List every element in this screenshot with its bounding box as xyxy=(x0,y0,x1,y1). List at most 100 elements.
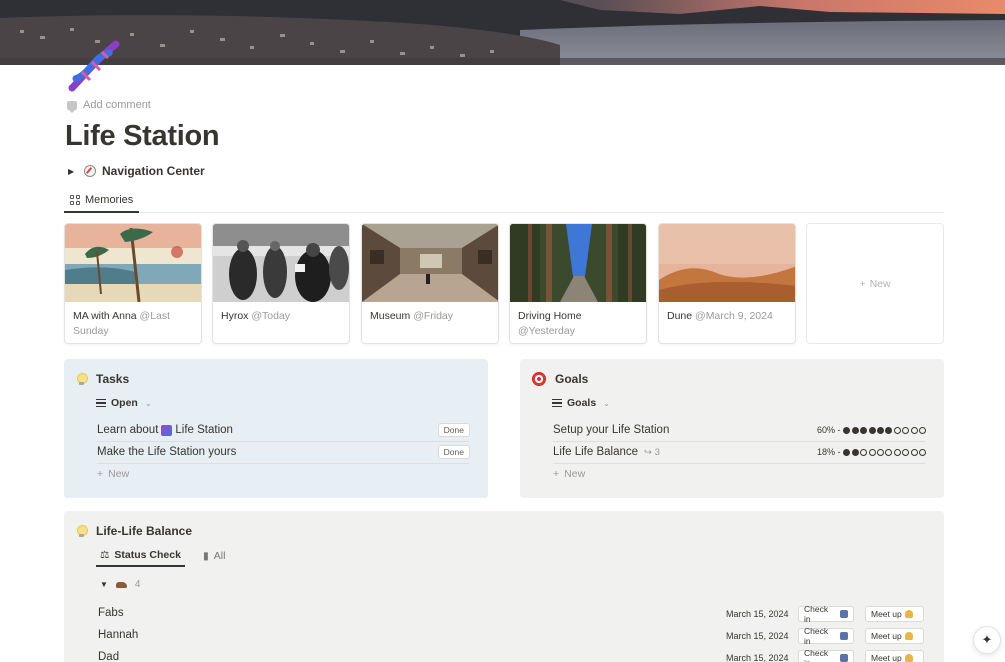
goals-header: Goals xyxy=(532,372,588,386)
meet-up-button[interactable]: Meet up xyxy=(865,650,924,662)
meet-up-button[interactable]: Meet up xyxy=(865,628,924,644)
card-date-mention[interactable]: @March 9, 2024 xyxy=(695,310,773,322)
person-row[interactable]: Hannah March 15, 2024 Check in Meet up xyxy=(98,625,928,647)
list-icon xyxy=(96,399,106,407)
progress-dot-filled xyxy=(843,426,851,434)
tab-memories-label: Memories xyxy=(85,194,134,206)
subitem-count[interactable]: ↪ 3 xyxy=(644,447,660,458)
row-divider xyxy=(97,463,469,464)
book-icon: ▮ xyxy=(202,550,209,562)
card-date-mention[interactable]: @Yesterday xyxy=(518,325,575,337)
museum-gallery-image xyxy=(362,224,498,302)
tab-status-check-label: Status Check xyxy=(114,549,181,561)
card-date-mention[interactable]: @Today xyxy=(251,310,290,322)
race-runners-image xyxy=(213,224,349,302)
person-icon xyxy=(840,632,848,640)
add-comment-button[interactable]: Add comment xyxy=(67,99,151,113)
goal-row[interactable]: Life Life Balance ↪ 3 xyxy=(553,441,660,463)
add-comment-label: Add comment xyxy=(83,99,151,111)
list-icon xyxy=(552,399,562,407)
goals-view-selector[interactable]: Goals ⌄ xyxy=(552,397,610,409)
card-title: Dune xyxy=(667,310,693,322)
gallery-new-label: New xyxy=(869,277,891,290)
progress-dot-empty xyxy=(860,448,868,456)
group-header[interactable]: ▼ 4 xyxy=(100,579,140,590)
goal-text: Life Life Balance xyxy=(553,446,639,458)
done-button[interactable]: Done xyxy=(437,423,470,437)
check-in-button[interactable]: Check in xyxy=(798,648,854,662)
forest-road-image xyxy=(510,224,646,302)
life-balance-tabs: ⚖ Status Check ▮ All xyxy=(96,545,229,567)
comment-icon xyxy=(67,100,77,113)
gallery-grid-icon xyxy=(70,195,80,205)
person-date: March 15, 2024 xyxy=(726,609,789,619)
people-icon xyxy=(904,632,913,640)
page-title[interactable]: Life Station xyxy=(65,120,220,153)
target-icon xyxy=(532,372,546,386)
person-date: March 15, 2024 xyxy=(726,631,789,641)
progress-dot-filled xyxy=(877,426,885,434)
check-in-button[interactable]: Check in xyxy=(798,604,854,624)
progress-dot-filled xyxy=(851,426,859,434)
gallery-card[interactable]: Hyrox @Today xyxy=(212,223,350,344)
group-count: 4 xyxy=(134,579,141,590)
person-name: Dad xyxy=(98,651,120,662)
gallery-new-button[interactable]: + New xyxy=(806,223,944,344)
tab-status-check[interactable]: ⚖ Status Check xyxy=(96,545,185,567)
cover-image[interactable] xyxy=(0,0,1005,65)
person-row[interactable]: Fabs March 15, 2024 Check in Meet up xyxy=(98,603,928,625)
toggle-down-icon[interactable]: ▼ xyxy=(100,580,108,589)
gallery-card[interactable]: Dune @March 9, 2024 xyxy=(658,223,796,344)
task-row[interactable]: Make the Life Station yours xyxy=(97,441,236,463)
life-balance-title[interactable]: Life-Life Balance xyxy=(96,524,192,538)
progress-dot-empty xyxy=(919,426,926,434)
card-caption: MA with Anna @Last Sunday xyxy=(65,302,201,343)
goals-new-button[interactable]: + New xyxy=(553,468,585,480)
progress-label: 18% - xyxy=(816,447,841,457)
plus-icon: + xyxy=(553,468,560,480)
life-balance-header: Life-Life Balance xyxy=(76,524,192,538)
gallery-tabbar: Memories xyxy=(64,189,944,213)
chevron-down-icon: ⌄ xyxy=(603,398,610,408)
progress-dot-filled xyxy=(851,448,859,456)
progress-dot-empty xyxy=(868,448,876,456)
progress-dot-empty xyxy=(877,448,885,456)
progress-dot-empty xyxy=(902,426,910,434)
desert-dunes-image xyxy=(659,224,795,302)
sparkle-icon: ✦ xyxy=(981,632,993,647)
person-row[interactable]: Dad March 15, 2024 Check in Meet up xyxy=(98,647,928,662)
person-date: March 15, 2024 xyxy=(726,653,789,662)
tasks-new-button[interactable]: + New xyxy=(97,468,129,480)
tasks-title[interactable]: Tasks xyxy=(96,372,129,386)
meet-up-button[interactable]: Meet up xyxy=(865,606,924,622)
goal-text: Setup your Life Station xyxy=(553,424,670,436)
person-icon xyxy=(840,654,848,662)
dna-icon[interactable] xyxy=(64,36,124,96)
tab-all[interactable]: ▮ All xyxy=(199,545,229,567)
tasks-view-selector[interactable]: Open ⌄ xyxy=(96,397,152,409)
plus-icon: + xyxy=(97,468,104,480)
card-date-mention[interactable]: @Friday xyxy=(413,310,453,322)
card-caption: Driving Home @Yesterday xyxy=(510,302,646,343)
gallery-card[interactable]: Museum @Friday xyxy=(361,223,499,344)
tasks-new-label: New xyxy=(108,468,130,480)
gallery-card[interactable]: MA with Anna @Last Sunday xyxy=(64,223,202,344)
gallery-card[interactable]: Driving Home @Yesterday xyxy=(509,223,647,344)
done-button[interactable]: Done xyxy=(437,445,470,459)
tab-memories[interactable]: Memories xyxy=(64,189,140,213)
progress-dot-empty xyxy=(910,448,918,456)
people-icon xyxy=(904,610,913,618)
navigation-center-toggle[interactable]: ▶ Navigation Center xyxy=(68,164,205,178)
task-text: Make the Life Station yours xyxy=(97,446,237,458)
progress-dot-filled xyxy=(885,426,893,434)
chevron-down-icon: ⌄ xyxy=(144,398,152,408)
card-caption: Hyrox @Today xyxy=(213,302,349,331)
goal-row[interactable]: Setup your Life Station xyxy=(553,419,669,441)
scale-icon: ⚖ xyxy=(100,549,110,561)
goals-title[interactable]: Goals xyxy=(555,372,588,386)
check-in-button[interactable]: Check in xyxy=(798,626,854,646)
toggle-triangle-icon[interactable]: ▶ xyxy=(68,167,78,176)
ai-sparkle-button[interactable]: ✦ xyxy=(973,626,1001,654)
task-link[interactable]: Life Station xyxy=(175,424,233,436)
subitem-count-value: 3 xyxy=(654,446,660,458)
